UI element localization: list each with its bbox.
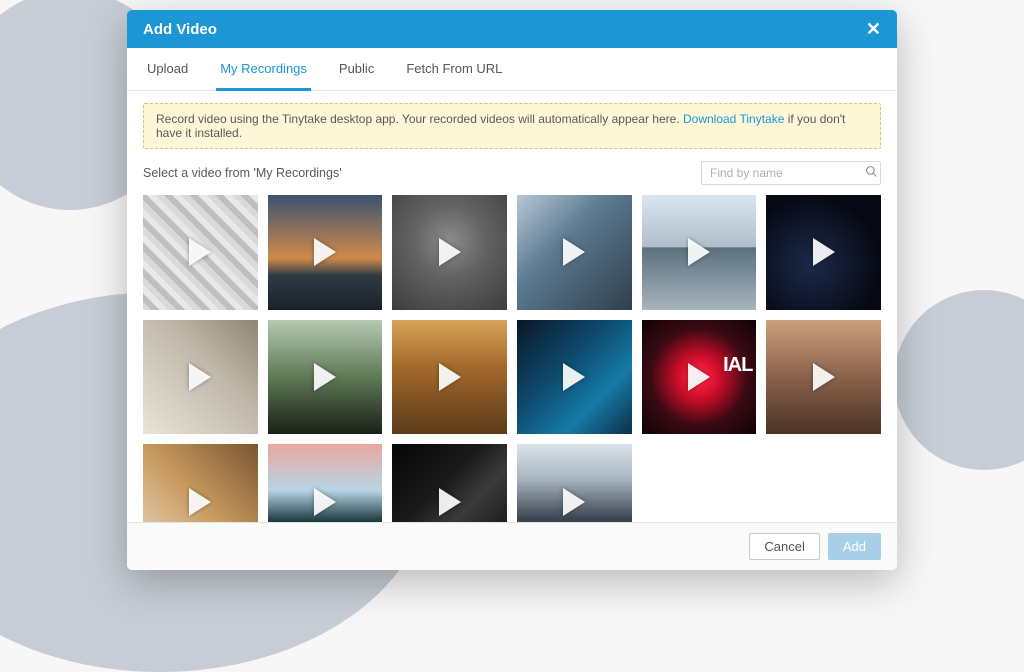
video-thumbnail[interactable]: [517, 320, 632, 435]
play-icon: [314, 488, 336, 516]
search-icon: [865, 165, 878, 181]
play-icon: [813, 238, 835, 266]
play-icon: [688, 238, 710, 266]
play-icon: [563, 363, 585, 391]
video-thumbnail[interactable]: [392, 195, 507, 310]
video-thumbnail[interactable]: [642, 195, 757, 310]
play-icon: [563, 238, 585, 266]
modal-header: Add Video ✕: [127, 10, 897, 48]
search-box[interactable]: [701, 161, 881, 185]
download-tinytake-link[interactable]: Download Tinytake: [683, 112, 784, 126]
video-thumbnail[interactable]: [392, 320, 507, 435]
tab-my-recordings[interactable]: My Recordings: [216, 49, 311, 91]
video-thumbnail[interactable]: [143, 320, 258, 435]
play-icon: [813, 363, 835, 391]
modal-title: Add Video: [143, 21, 217, 38]
play-icon: [189, 363, 211, 391]
video-thumbnail[interactable]: [642, 320, 757, 435]
play-icon: [314, 363, 336, 391]
select-prompt: Select a video from 'My Recordings': [143, 166, 342, 180]
video-grid: [143, 195, 881, 522]
play-icon: [439, 363, 461, 391]
play-icon: [439, 488, 461, 516]
video-thumbnail[interactable]: [766, 195, 881, 310]
play-icon: [314, 238, 336, 266]
video-thumbnail[interactable]: [143, 195, 258, 310]
play-icon: [688, 363, 710, 391]
add-video-modal: Add Video ✕ Upload My Recordings Public …: [127, 10, 897, 570]
play-icon: [439, 238, 461, 266]
video-thumbnail[interactable]: [268, 195, 383, 310]
tab-public[interactable]: Public: [335, 49, 378, 91]
banner-text-pre: Record video using the Tinytake desktop …: [156, 112, 683, 126]
tab-bar: Upload My Recordings Public Fetch From U…: [127, 48, 897, 91]
video-thumbnail[interactable]: [268, 444, 383, 522]
video-thumbnail[interactable]: [143, 444, 258, 522]
content-topline: Select a video from 'My Recordings': [143, 161, 881, 185]
background-decor: [894, 290, 1024, 470]
cancel-button[interactable]: Cancel: [749, 533, 819, 560]
add-button[interactable]: Add: [828, 533, 881, 560]
video-thumbnail[interactable]: [517, 444, 632, 522]
video-thumbnail[interactable]: [517, 195, 632, 310]
play-icon: [563, 488, 585, 516]
close-icon[interactable]: ✕: [866, 20, 881, 38]
modal-content: Record video using the Tinytake desktop …: [127, 91, 897, 522]
search-input[interactable]: [710, 166, 865, 180]
modal-footer: Cancel Add: [127, 522, 897, 570]
tab-upload[interactable]: Upload: [143, 49, 192, 91]
play-icon: [189, 238, 211, 266]
info-banner: Record video using the Tinytake desktop …: [143, 103, 881, 149]
play-icon: [189, 488, 211, 516]
video-thumbnail[interactable]: [392, 444, 507, 522]
video-thumbnail[interactable]: [766, 320, 881, 435]
video-thumbnail[interactable]: [268, 320, 383, 435]
tab-fetch-from-url[interactable]: Fetch From URL: [402, 49, 506, 91]
